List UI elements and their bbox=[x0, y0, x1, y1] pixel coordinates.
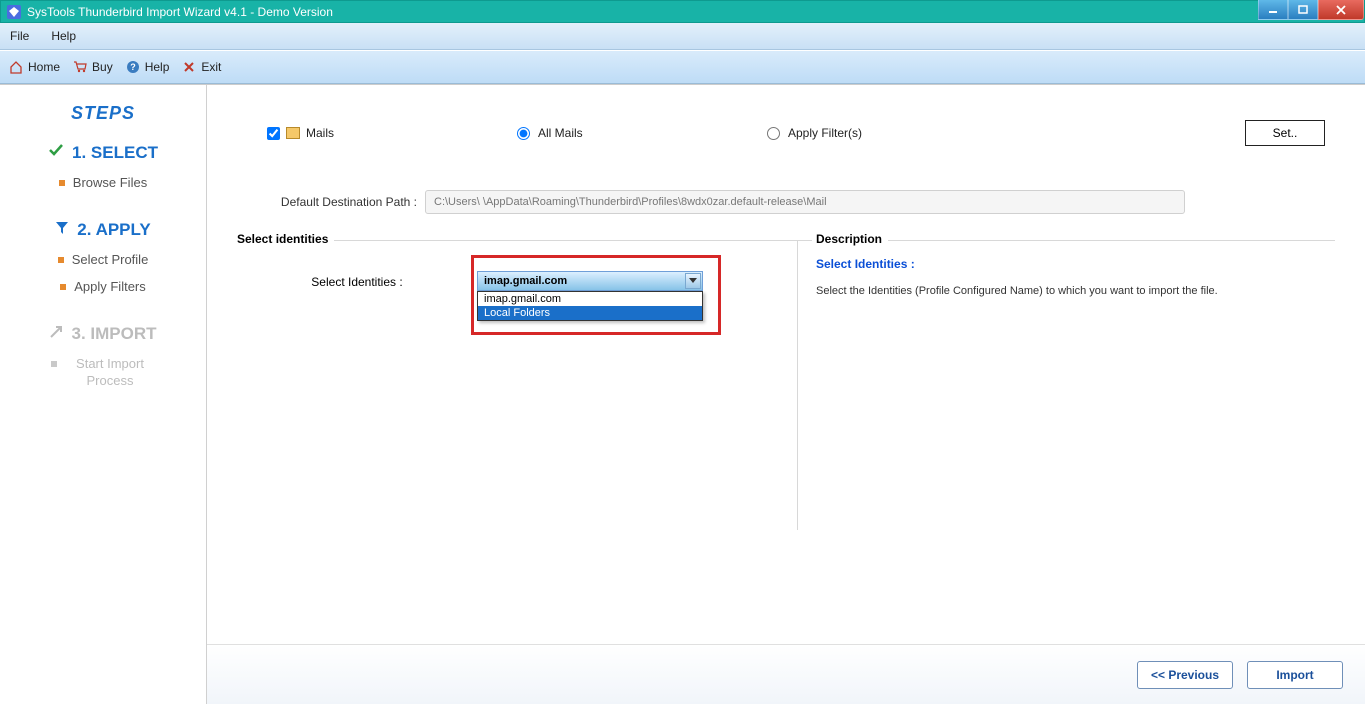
step-1-sub-label: Browse Files bbox=[73, 175, 147, 190]
combo-option-imap[interactable]: imap.gmail.com bbox=[478, 292, 702, 306]
description-text: Select the Identities (Profile Configure… bbox=[816, 285, 1321, 297]
toolbar-buy[interactable]: Buy bbox=[72, 59, 113, 75]
identities-combobox[interactable]: imap.gmail.com bbox=[477, 271, 703, 291]
combo-option-local[interactable]: Local Folders bbox=[478, 306, 702, 320]
steps-heading: STEPS bbox=[0, 103, 206, 124]
folder-icon bbox=[286, 127, 300, 139]
svg-text:?: ? bbox=[130, 62, 136, 72]
bullet-icon bbox=[58, 257, 64, 263]
toolbar-exit-label: Exit bbox=[201, 60, 221, 74]
description-section: Description Select Identities : Select t… bbox=[797, 240, 1335, 530]
dest-path-label: Default Destination Path : bbox=[237, 195, 425, 209]
app-icon bbox=[7, 5, 21, 19]
help-icon: ? bbox=[125, 59, 141, 75]
step-1-label: 1. SELECT bbox=[72, 143, 158, 163]
step-2-apply[interactable]: 2. APPLY bbox=[55, 220, 150, 240]
toolbar: Home Buy ? Help Exit bbox=[0, 50, 1365, 84]
menubar: File Help bbox=[0, 23, 1365, 50]
toolbar-home-label: Home bbox=[28, 60, 60, 74]
apply-filters-label: Apply Filter(s) bbox=[788, 126, 862, 140]
toolbar-help-label: Help bbox=[145, 60, 170, 74]
sidebar: STEPS 1. SELECT Browse Files 2. APPLY Se… bbox=[0, 85, 207, 704]
home-icon bbox=[8, 59, 24, 75]
arrow-icon bbox=[49, 324, 63, 344]
step-2-label: 2. APPLY bbox=[77, 220, 150, 240]
mails-label: Mails bbox=[306, 126, 334, 140]
section-title-identities: Select identities bbox=[237, 232, 334, 246]
footer: << Previous Import bbox=[207, 644, 1365, 704]
step-2-sub-filters[interactable]: Apply Filters bbox=[0, 279, 206, 294]
menu-help[interactable]: Help bbox=[51, 29, 76, 43]
filter-icon bbox=[55, 220, 69, 240]
apply-filters-radio[interactable] bbox=[767, 127, 780, 140]
close-button[interactable] bbox=[1318, 0, 1364, 20]
bullet-icon bbox=[60, 284, 66, 290]
window-title: SysTools Thunderbird Import Wizard v4.1 … bbox=[27, 5, 333, 19]
toolbar-buy-label: Buy bbox=[92, 60, 113, 74]
chevron-down-icon bbox=[685, 273, 701, 289]
bullet-icon bbox=[51, 361, 57, 367]
identities-dropdown-list: imap.gmail.com Local Folders bbox=[477, 291, 703, 321]
all-mails-label: All Mails bbox=[538, 126, 583, 140]
bullet-icon bbox=[59, 180, 65, 186]
import-button[interactable]: Import bbox=[1247, 661, 1343, 689]
section-title-description: Description bbox=[812, 232, 888, 246]
combobox-value: imap.gmail.com bbox=[484, 275, 567, 287]
menu-file[interactable]: File bbox=[10, 29, 29, 43]
toolbar-home[interactable]: Home bbox=[8, 59, 60, 75]
step-3-sub-label: Start Import Process bbox=[65, 356, 155, 390]
step-3-import[interactable]: 3. IMPORT bbox=[49, 324, 156, 344]
cart-icon bbox=[72, 59, 88, 75]
minimize-button[interactable] bbox=[1258, 0, 1288, 20]
step-2-sub1-label: Select Profile bbox=[72, 252, 149, 267]
toolbar-exit[interactable]: Exit bbox=[181, 59, 221, 75]
exit-icon bbox=[181, 59, 197, 75]
step-2-sub-profile[interactable]: Select Profile bbox=[0, 252, 206, 267]
step-3-sub-start[interactable]: Start Import Process bbox=[0, 356, 206, 390]
toolbar-help[interactable]: ? Help bbox=[125, 59, 170, 75]
step-1-sub-browse[interactable]: Browse Files bbox=[0, 175, 206, 190]
select-identities-section: Select identities Select Identities : im… bbox=[237, 240, 797, 530]
step-2-sub2-label: Apply Filters bbox=[74, 279, 146, 294]
previous-button[interactable]: << Previous bbox=[1137, 661, 1233, 689]
set-button[interactable]: Set.. bbox=[1245, 120, 1325, 146]
maximize-button[interactable] bbox=[1288, 0, 1318, 20]
select-identities-label: Select Identities : bbox=[237, 271, 477, 289]
check-icon bbox=[48, 142, 64, 163]
main-panel: Mails All Mails Apply Filter(s) Set.. De… bbox=[207, 85, 1365, 704]
titlebar: SysTools Thunderbird Import Wizard v4.1 … bbox=[0, 0, 1365, 23]
dest-path-value: C:\Users\ \AppData\Roaming\Thunderbird\P… bbox=[425, 190, 1185, 214]
step-3-label: 3. IMPORT bbox=[71, 324, 156, 344]
step-1-select[interactable]: 1. SELECT bbox=[48, 142, 158, 163]
mails-checkbox[interactable] bbox=[267, 127, 280, 140]
all-mails-radio[interactable] bbox=[517, 127, 530, 140]
description-heading: Select Identities : bbox=[816, 257, 1321, 271]
